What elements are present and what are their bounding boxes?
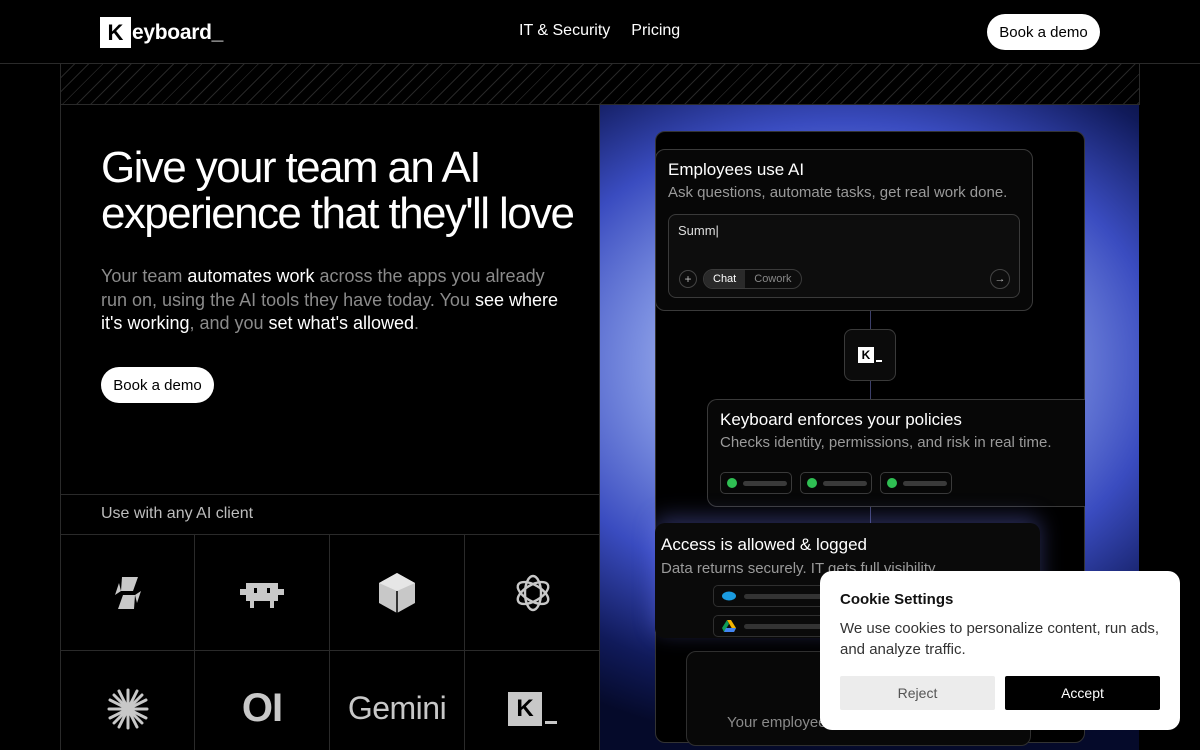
keyboard-logo-mark: K: [508, 691, 557, 726]
keyboard-badge-mark: K: [858, 347, 882, 363]
prompt-input-value: Summ|: [678, 223, 719, 238]
mode-chat[interactable]: Chat: [704, 270, 746, 288]
check-pill-risk: [880, 472, 952, 494]
hero-sub-part: Your team: [101, 266, 188, 286]
check-icon: [727, 478, 737, 488]
check-icon: [887, 478, 897, 488]
send-arrow-icon[interactable]: →: [990, 269, 1010, 289]
salesforce-icon: [722, 591, 736, 601]
top-nav: K eyboard_ IT & Security Pricing Book a …: [0, 0, 1200, 64]
client-cell-gemini[interactable]: Gemini: [330, 651, 465, 750]
robot-icon: [240, 582, 284, 608]
client-cell-oi[interactable]: OI: [195, 651, 330, 750]
nav-link-it-security[interactable]: IT & Security: [519, 22, 610, 40]
openai-icon: [516, 574, 549, 611]
employees-card: Employees use AI Ask questions, automate…: [655, 149, 1033, 311]
employees-card-subtitle: Ask questions, automate tasks, get real …: [668, 184, 1008, 201]
nav-links: IT & Security Pricing: [519, 22, 680, 40]
gemini-logo: Gemini: [347, 690, 447, 726]
client-cell-claude[interactable]: [61, 651, 195, 750]
hero-subtitle: Your team automates work across the apps…: [101, 265, 571, 336]
logo-wordmark: eyboard_: [132, 20, 223, 44]
access-card-title: Access is allowed & logged: [661, 535, 868, 554]
client-cell-robot[interactable]: [195, 535, 330, 651]
connector-line: [870, 507, 871, 523]
check-pill-identity: [720, 472, 792, 494]
cookie-title: Cookie Settings: [840, 591, 954, 608]
mode-toggle[interactable]: Chat Cowork: [703, 269, 802, 289]
nav-link-pricing[interactable]: Pricing: [631, 22, 680, 40]
check-pill-permissions: [800, 472, 872, 494]
hero-sub-part: .: [414, 313, 420, 333]
placeholder-bar: [823, 480, 867, 486]
keyboard-badge-letter: K: [858, 347, 874, 363]
keyboard-logo-letter: K: [508, 691, 542, 726]
connector-line: [870, 311, 871, 329]
google-drive-icon: [722, 620, 736, 632]
hero-sub-part: , and you: [189, 313, 269, 333]
claude-icon: [107, 688, 148, 729]
connector-line: [870, 381, 871, 399]
hero-title: Give your team an AI experience that the…: [101, 143, 575, 238]
keyboard-badge: K: [844, 329, 896, 381]
hero-sub-highlight: set what's allowed: [268, 313, 415, 333]
cube-icon: [379, 572, 415, 613]
mode-cowork[interactable]: Cowork: [745, 270, 800, 288]
clients-label-row: Use with any AI client: [61, 494, 600, 535]
employee-result-text: Your employee: [727, 714, 827, 731]
logo-letter: K: [100, 17, 131, 48]
policies-card: Keyboard enforces your policies Checks i…: [707, 399, 1085, 507]
hatched-divider: [60, 64, 1140, 105]
client-cell-keyboard[interactable]: K: [465, 651, 600, 750]
employees-card-title: Employees use AI: [668, 160, 805, 179]
copilot-icon: [114, 576, 141, 609]
placeholder-bar: [903, 480, 947, 486]
policies-card-title: Keyboard enforces your policies: [720, 410, 962, 429]
keyboard-logo-underscore: [545, 720, 557, 724]
prompt-input[interactable]: Summ| + Chat Cowork →: [668, 214, 1020, 298]
clients-label: Use with any AI client: [101, 505, 254, 522]
check-icon: [807, 478, 817, 488]
cookie-reject-button[interactable]: Reject: [840, 676, 995, 710]
book-demo-hero-button[interactable]: Book a demo: [101, 367, 214, 403]
policies-card-subtitle: Checks identity, permissions, and risk i…: [720, 434, 1052, 451]
cookie-body: We use cookies to personalize content, r…: [840, 620, 1160, 658]
placeholder-bar: [743, 480, 787, 486]
client-logo-grid: OI Gemini K: [61, 535, 600, 750]
add-attachment-button[interactable]: +: [679, 270, 697, 288]
book-demo-nav-button[interactable]: Book a demo: [987, 14, 1100, 50]
cookie-accept-button[interactable]: Accept: [1005, 676, 1160, 710]
hero-left-column: Give your team an AI experience that the…: [60, 105, 600, 750]
client-cell-cube[interactable]: [330, 535, 465, 651]
keyboard-logo[interactable]: K eyboard_: [100, 17, 223, 48]
client-cell-openai[interactable]: [465, 535, 600, 651]
client-cell-copilot[interactable]: [61, 535, 195, 651]
keyboard-badge-underscore: [876, 360, 882, 362]
hero-sub-highlight: automates work: [187, 266, 315, 286]
openinterpreter-logo: OI: [241, 686, 283, 730]
cookie-banner: Cookie Settings We use cookies to person…: [820, 571, 1180, 730]
